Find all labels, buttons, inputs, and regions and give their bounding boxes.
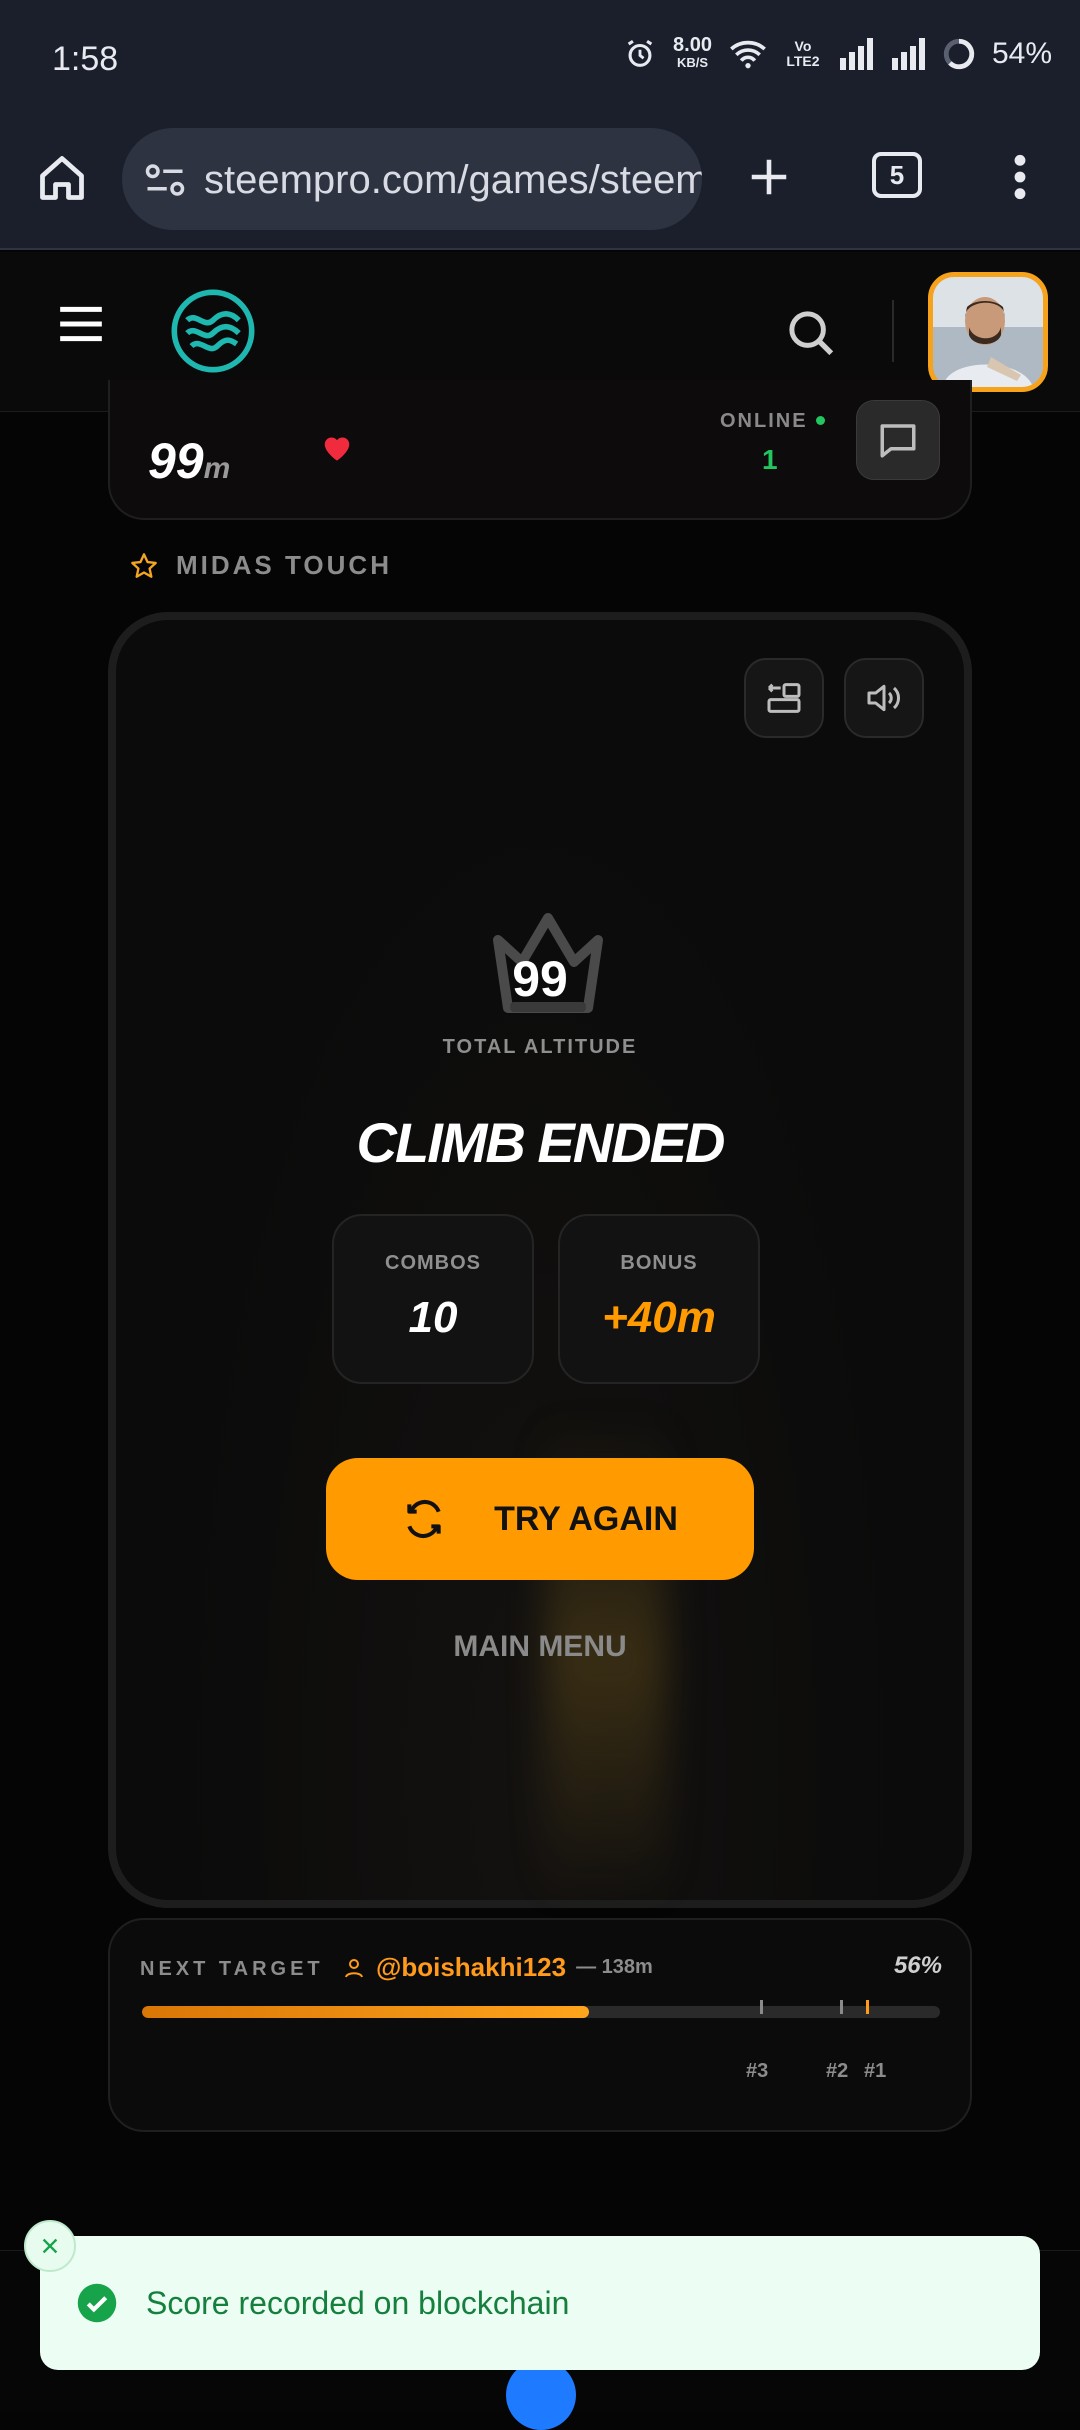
total-altitude-label: TOTAL ALTITUDE bbox=[442, 1036, 638, 1058]
star-icon bbox=[131, 552, 157, 578]
target-username: @boishakhi123 bbox=[376, 1952, 567, 1982]
url-text: steempro.com/games/steem bbox=[204, 158, 702, 202]
address-bar[interactable]: steempro.com/games/steem bbox=[122, 128, 702, 230]
main-menu-link[interactable]: MAIN MENU bbox=[116, 1630, 964, 1664]
status-icons: 8.00 KB/S Vo LTE2 54% bbox=[623, 34, 1052, 72]
refresh-icon bbox=[407, 1499, 441, 1539]
bonus-stat: BONUS +40m bbox=[558, 1214, 760, 1384]
new-tab-icon[interactable] bbox=[746, 154, 792, 200]
speaker-icon bbox=[867, 684, 901, 712]
combos-stat: COMBOS 10 bbox=[332, 1214, 534, 1384]
check-circle-icon bbox=[77, 2283, 117, 2323]
status-bar: 1:58 8.00 KB/S Vo LTE2 54% bbox=[0, 0, 1080, 120]
user-icon bbox=[345, 1958, 363, 1977]
rank-marker-1: #1 bbox=[864, 2060, 887, 2082]
home-icon[interactable] bbox=[36, 152, 88, 204]
rank-tick-1 bbox=[866, 2000, 869, 2014]
alarm-icon bbox=[627, 39, 653, 67]
wifi-icon bbox=[730, 40, 766, 69]
user-avatar[interactable] bbox=[928, 272, 1048, 392]
signal-icon bbox=[839, 38, 873, 70]
final-altitude: 99 bbox=[512, 951, 568, 1007]
target-user[interactable]: @boishakhi123 — 138m bbox=[342, 1952, 653, 1983]
status-time: 1:58 bbox=[52, 40, 119, 78]
chat-button[interactable] bbox=[856, 400, 940, 480]
success-toast: Score recorded on blockchain bbox=[40, 2236, 1040, 2370]
online-dot bbox=[816, 416, 825, 425]
target-percent: 56% bbox=[893, 1952, 942, 1979]
volte-indicator: Vo LTE2 bbox=[786, 38, 820, 69]
progress-fill bbox=[142, 2006, 589, 2018]
rank-tick-3 bbox=[760, 2000, 763, 2014]
swap-layout-icon bbox=[767, 683, 801, 713]
combos-label: COMBOS bbox=[385, 1252, 481, 1274]
search-icon[interactable] bbox=[784, 306, 838, 360]
signal-icon-2 bbox=[891, 38, 925, 70]
current-score: 99m bbox=[148, 433, 231, 489]
browser-toolbar: steempro.com/games/steem 5 bbox=[0, 120, 1080, 250]
battery-percent: 54% bbox=[991, 37, 1052, 70]
battery-icon bbox=[943, 38, 975, 70]
sound-toggle-button[interactable] bbox=[844, 658, 924, 738]
hamburger-menu-icon[interactable] bbox=[56, 302, 106, 346]
chat-icon bbox=[880, 424, 916, 458]
try-again-label: TRY AGAIN bbox=[494, 1499, 678, 1538]
tab-switcher-button[interactable]: 5 bbox=[872, 152, 922, 198]
try-again-button[interactable]: TRY AGAIN bbox=[326, 1458, 754, 1580]
rank-tick-2 bbox=[840, 2000, 843, 2014]
target-distance: — 138m bbox=[576, 1956, 653, 1978]
bonus-label: BONUS bbox=[620, 1252, 698, 1274]
game-panel: 99 TOTAL ALTITUDE CLIMB ENDED COMBOS 10 … bbox=[108, 612, 972, 1908]
site-settings-icon[interactable] bbox=[144, 162, 186, 198]
next-target-label: NEXT TARGET bbox=[140, 1958, 324, 1980]
online-label: ONLINE bbox=[720, 410, 808, 432]
steempro-logo[interactable] bbox=[170, 288, 256, 374]
game-over-title: CLIMB ENDED bbox=[356, 1111, 726, 1174]
layout-toggle-button[interactable] bbox=[744, 658, 824, 738]
progress-track bbox=[142, 2006, 940, 2018]
bonus-value: +40m bbox=[602, 1293, 716, 1342]
player-stats-card: 99m ONLINE 1 bbox=[108, 380, 972, 520]
toast-close-button[interactable] bbox=[24, 2220, 76, 2272]
rank-marker-3: #3 bbox=[746, 2060, 769, 2082]
header-divider bbox=[892, 300, 894, 362]
more-menu-icon[interactable] bbox=[1000, 152, 1040, 202]
rank-marker-2: #2 bbox=[826, 2060, 849, 2082]
avatar-photo bbox=[933, 277, 1043, 387]
online-count: 1 bbox=[762, 444, 778, 475]
next-target-card: NEXT TARGET @boishakhi123 — 138m 56% #3 … bbox=[108, 1918, 972, 2132]
game-title: MIDAS TOUCH bbox=[176, 550, 392, 580]
combos-value: 10 bbox=[408, 1293, 458, 1342]
net-speed: 8.00 KB/S bbox=[673, 34, 712, 70]
game-title-row: MIDAS TOUCH bbox=[130, 550, 392, 581]
toast-message: Score recorded on blockchain bbox=[146, 2284, 570, 2321]
center-action-button[interactable] bbox=[506, 2360, 576, 2430]
close-icon bbox=[42, 2238, 58, 2254]
heart-icon[interactable] bbox=[320, 432, 354, 462]
